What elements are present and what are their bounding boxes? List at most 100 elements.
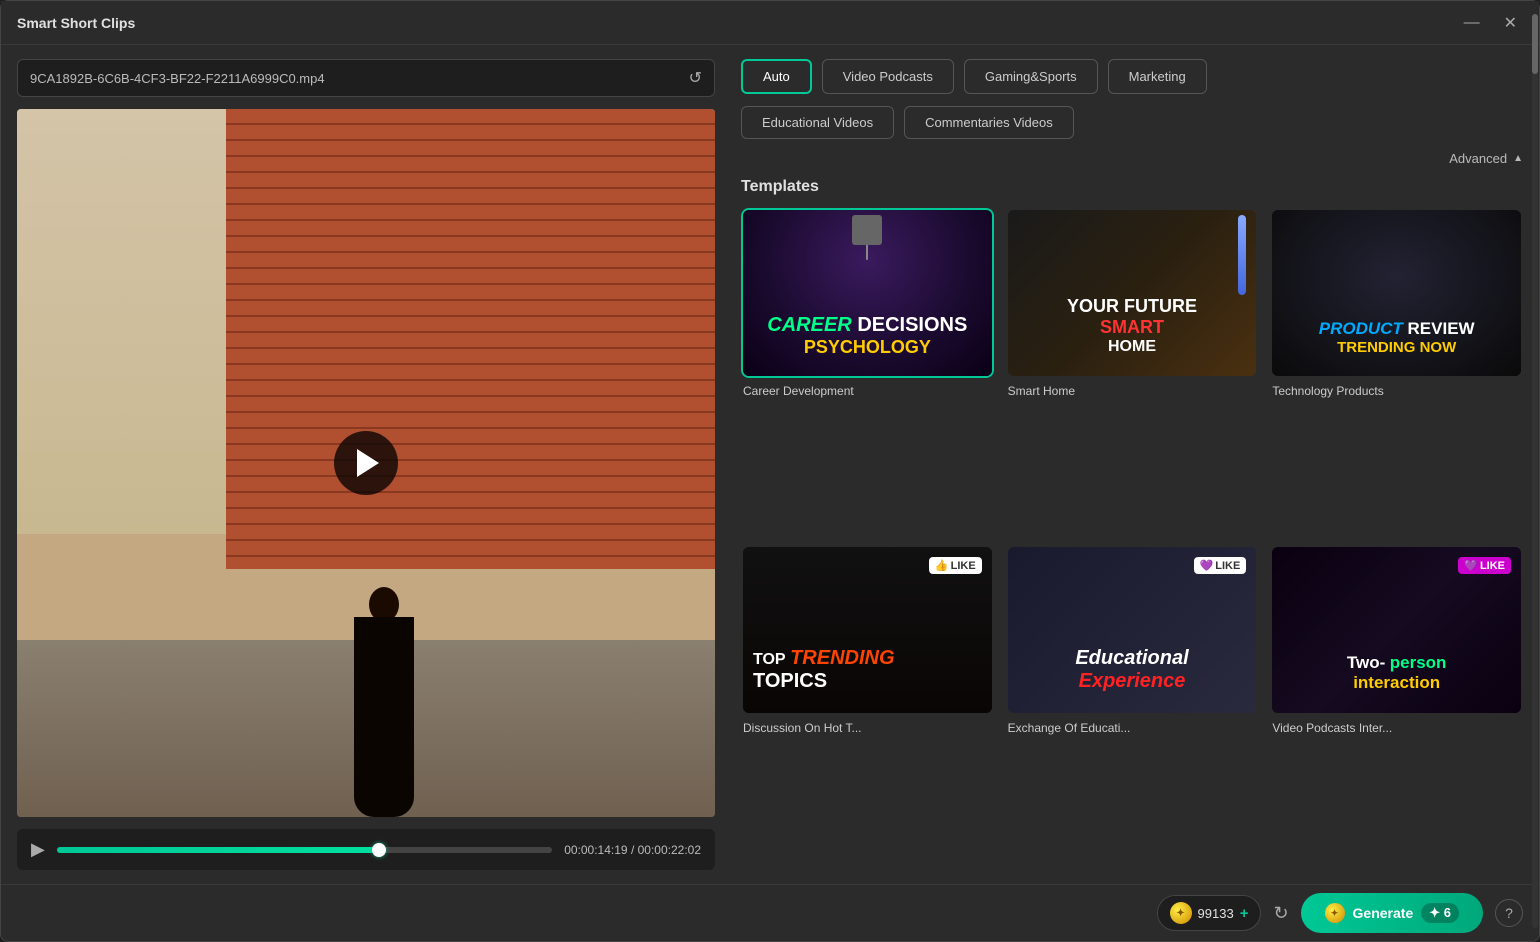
career-word1: CAREER — [767, 314, 857, 336]
reload-button[interactable]: ↺ — [689, 68, 702, 88]
template-card-techproducts[interactable]: PRODUCT REVIEW TRENDING NOW Technology P… — [1270, 208, 1523, 533]
template-name-hottopics: Discussion On Hot T... — [741, 721, 994, 735]
file-name: 9CA1892B-6C6B-4CF3-BF22-F2211A6999C0.mp4 — [30, 71, 679, 86]
template-thumb-twoperson: 💜 LIKE Two- person interaction — [1270, 545, 1523, 715]
mode-buttons-row2: Educational Videos Commentaries Videos — [741, 106, 1523, 139]
twoperson-line1: Two- person — [1272, 653, 1521, 673]
right-panel: Auto Video Podcasts Gaming&Sports Market… — [731, 45, 1539, 884]
generate-coin-icon: ✦ — [1325, 903, 1345, 923]
advanced-label[interactable]: Advanced — [1449, 151, 1507, 166]
educational-thumb-inner: 💜 LIKE Educational Experience — [1008, 547, 1257, 713]
video-container — [17, 109, 715, 817]
twoperson-text: Two- person interaction — [1272, 653, 1521, 693]
techproducts-word3: TRENDING NOW — [1272, 339, 1521, 356]
template-name-educational: Exchange Of Educati... — [1006, 721, 1259, 735]
coins-display: ✦ 99133 + — [1157, 895, 1262, 931]
template-name-techproducts: Technology Products — [1270, 384, 1523, 398]
coins-value: 99133 — [1198, 906, 1234, 921]
twoperson-thumb-inner: 💜 LIKE Two- person interaction — [1272, 547, 1521, 713]
generate-count: ✦ 6 — [1421, 903, 1459, 923]
educational-like-badge: 💜 LIKE — [1194, 557, 1247, 574]
mode-auto-button[interactable]: Auto — [741, 59, 812, 94]
time-display: 00:00:14:19 / 00:00:22:02 — [564, 843, 701, 857]
template-card-educational[interactable]: 💜 LIKE Educational Experience Exchange O… — [1006, 545, 1259, 870]
twoperson-word3: interaction — [1272, 673, 1521, 693]
progress-fill — [57, 847, 379, 853]
hottopics-text: TOP TRENDING TOPICS — [753, 647, 895, 693]
advanced-row: Advanced ▲ — [741, 151, 1523, 166]
techproducts-text: PRODUCT REVIEW TRENDING NOW — [1272, 319, 1521, 356]
template-card-smarthome[interactable]: YOUR FUTURE SMART HOME Smart Home — [1006, 208, 1259, 533]
smarthome-thumb-inner: YOUR FUTURE SMART HOME — [1008, 210, 1257, 376]
smarthome-line2: SMART HOME — [1008, 317, 1257, 356]
help-button[interactable]: ? — [1495, 899, 1523, 927]
template-name-smarthome: Smart Home — [1006, 384, 1259, 398]
twoperson-word1: Two- — [1347, 653, 1385, 672]
mode-videopodcasts-button[interactable]: Video Podcasts — [822, 59, 954, 94]
generate-button[interactable]: ✦ Generate ✦ 6 — [1301, 893, 1483, 933]
career-thumb-inner: CAREER DECISIONS PSYCHOLOGY — [743, 210, 992, 376]
advanced-arrow-icon: ▲ — [1513, 153, 1523, 164]
smarthome-text: YOUR FUTURE SMART HOME — [1008, 296, 1257, 356]
mode-commentariesvideos-button[interactable]: Commentaries Videos — [904, 106, 1074, 139]
smarthome-word1: YOUR FUTURE — [1067, 296, 1197, 316]
templates-label: Templates — [741, 178, 1523, 196]
file-bar: 9CA1892B-6C6B-4CF3-BF22-F2211A6999C0.mp4… — [17, 59, 715, 97]
play-overlay-button[interactable] — [334, 431, 398, 495]
refresh-button[interactable]: ↻ — [1273, 903, 1288, 924]
progress-thumb — [372, 843, 386, 857]
template-thumb-smarthome: YOUR FUTURE SMART HOME — [1006, 208, 1259, 378]
mode-gamingsports-button[interactable]: Gaming&Sports — [964, 59, 1098, 94]
content-area: 9CA1892B-6C6B-4CF3-BF22-F2211A6999C0.mp4… — [1, 45, 1539, 884]
title-controls: — ✕ — [1458, 11, 1523, 35]
left-panel: 9CA1892B-6C6B-4CF3-BF22-F2211A6999C0.mp4… — [1, 45, 731, 884]
total-time: / 00:00:22:02 — [631, 843, 701, 857]
hottopics-top: TOP — [753, 651, 786, 668]
techproducts-thumb-inner: PRODUCT REVIEW TRENDING NOW — [1272, 210, 1521, 376]
educational-text: Educational Experience — [1008, 647, 1257, 693]
coins-plus-button[interactable]: + — [1240, 905, 1249, 922]
mode-educationalvideos-button[interactable]: Educational Videos — [741, 106, 894, 139]
scrollbar-track[interactable] — [1532, 45, 1538, 884]
mode-marketing-button[interactable]: Marketing — [1108, 59, 1207, 94]
template-card-twoperson[interactable]: 💜 LIKE Two- person interaction — [1270, 545, 1523, 870]
edu-word2: Experience — [1008, 670, 1257, 693]
hottopics-thumb-inner: 👍 LIKE TOP TRENDING TOPICS — [743, 547, 992, 713]
template-thumb-techproducts: PRODUCT REVIEW TRENDING NOW — [1270, 208, 1523, 378]
twoperson-like-text: LIKE — [1480, 560, 1505, 572]
progress-bar[interactable] — [57, 847, 552, 853]
templates-grid: CAREER DECISIONS PSYCHOLOGY Career Devel… — [741, 208, 1523, 870]
like-text: LIKE — [951, 560, 976, 572]
twoperson-word2: person — [1390, 653, 1447, 672]
scrollbar-thumb — [1532, 45, 1538, 74]
template-card-hottopics[interactable]: 👍 LIKE TOP TRENDING TOPICS Discussion On… — [741, 545, 994, 870]
template-name-career: Career Development — [741, 384, 994, 398]
template-thumb-career: CAREER DECISIONS PSYCHOLOGY — [741, 208, 994, 378]
brick-wall — [226, 109, 715, 569]
career-text: CAREER DECISIONS PSYCHOLOGY — [743, 314, 992, 358]
main-window: Smart Short Clips — ✕ 9CA1892B-6C6B-4CF3… — [0, 0, 1540, 942]
generate-count-icon: ✦ — [1429, 905, 1444, 920]
career-word3: PSYCHOLOGY — [743, 337, 992, 358]
video-controls: ▶ 00:00:14:19 / 00:00:22:02 — [17, 829, 715, 870]
twoperson-like-icon: 💜 — [1464, 559, 1478, 572]
person-figure — [354, 587, 414, 817]
smarthome-word3: HOME — [1008, 338, 1257, 356]
coin-icon: ✦ — [1170, 902, 1192, 924]
techproducts-word1: PRODUCT — [1319, 319, 1408, 338]
template-thumb-hottopics: 👍 LIKE TOP TRENDING TOPICS — [741, 545, 994, 715]
play-triangle-icon — [357, 449, 379, 477]
hottopics-trending: TRENDING — [790, 647, 894, 669]
generate-label: Generate — [1353, 905, 1414, 921]
mode-buttons-row1: Auto Video Podcasts Gaming&Sports Market… — [741, 59, 1523, 94]
techproducts-word2: REVIEW — [1408, 319, 1475, 338]
play-button[interactable]: ▶ — [31, 839, 45, 860]
bottom-bar: ✦ 99133 + ↻ ✦ Generate ✦ 6 ? — [1, 884, 1539, 941]
like-icon: 👍 — [935, 559, 949, 572]
template-card-career[interactable]: CAREER DECISIONS PSYCHOLOGY Career Devel… — [741, 208, 994, 533]
template-thumb-educational: 💜 LIKE Educational Experience — [1006, 545, 1259, 715]
edu-like-text: LIKE — [1215, 560, 1240, 572]
close-button[interactable]: ✕ — [1498, 11, 1523, 35]
minimize-button[interactable]: — — [1458, 11, 1486, 35]
edu-word1: Educational — [1075, 647, 1188, 669]
